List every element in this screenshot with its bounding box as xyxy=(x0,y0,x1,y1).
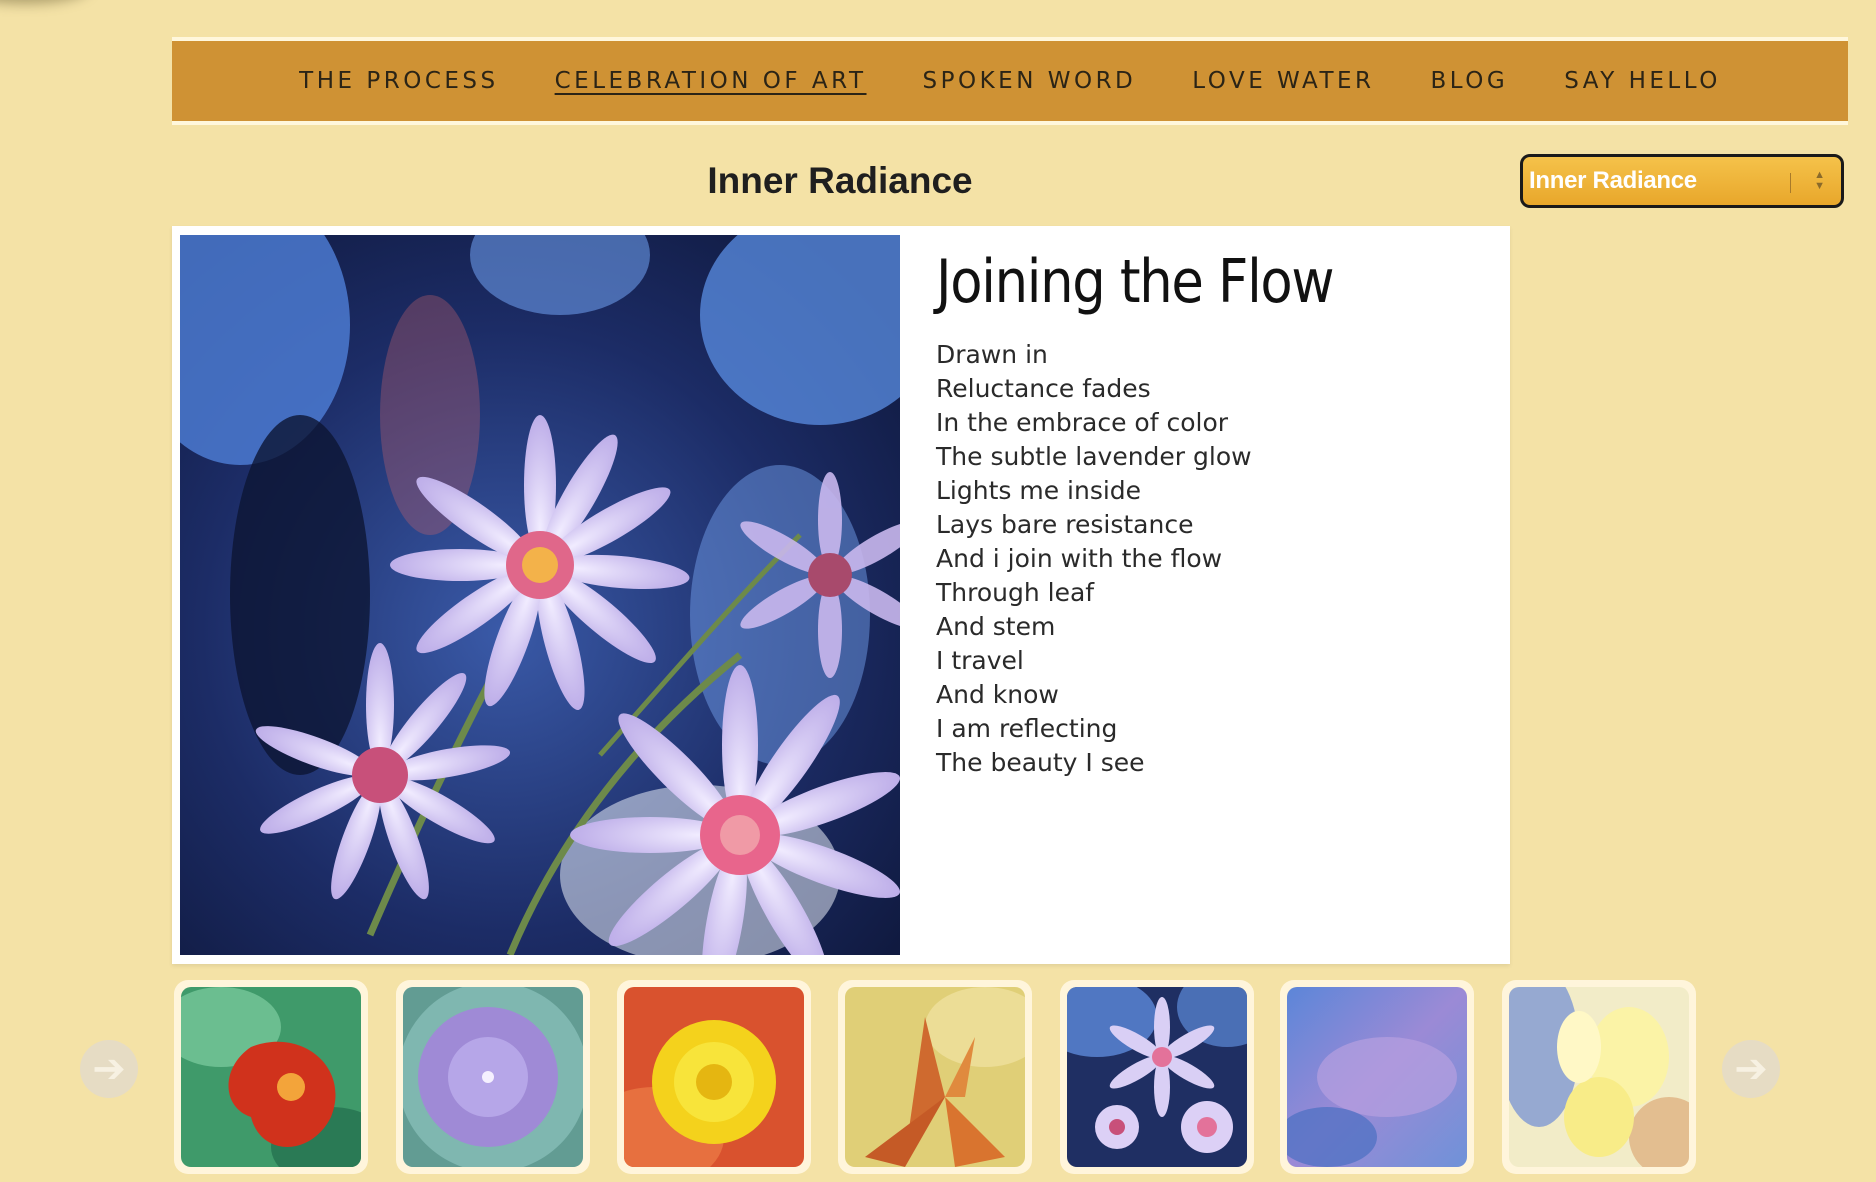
poem-line: I travel xyxy=(936,646,1024,675)
thumbnail-2[interactable] xyxy=(396,980,590,1174)
poem-line: Lays bare resistance xyxy=(936,510,1194,539)
poem: Joining the Flow Drawn in Reluctance fad… xyxy=(936,246,1496,780)
poem-line: Drawn in xyxy=(936,340,1048,369)
artwork-image[interactable] xyxy=(180,235,900,955)
nav-item-love-water[interactable]: LOVE WATER xyxy=(1192,68,1374,94)
gallery-select[interactable]: Inner Radiance ▲ ▼ xyxy=(1520,154,1844,208)
poem-line: In the embrace of color xyxy=(936,408,1229,437)
thumbnail-5[interactable] xyxy=(1060,980,1254,1174)
thumbnail-1[interactable] xyxy=(174,980,368,1174)
nav-item-celebration-of-art[interactable]: CELEBRATION OF ART xyxy=(555,68,867,94)
poem-line: And know xyxy=(936,680,1059,709)
poem-line: And stem xyxy=(936,612,1056,641)
poem-line: The subtle lavender glow xyxy=(936,442,1252,471)
poem-title: Joining the Flow xyxy=(936,247,1335,317)
poem-line: Reluctance fades xyxy=(936,374,1151,403)
poem-line: I am reflecting xyxy=(936,714,1118,743)
poem-line: Through leaf xyxy=(936,578,1095,607)
updown-arrows-icon: ▲ ▼ xyxy=(1814,169,1825,192)
gallery-title: Inner Radiance xyxy=(707,160,973,201)
arrow-right-icon[interactable]: ➔ xyxy=(1722,1040,1780,1098)
thumbnail-7[interactable] xyxy=(1502,980,1696,1174)
artwork-card: Joining the Flow Drawn in Reluctance fad… xyxy=(172,226,1510,964)
corner-shadow xyxy=(0,0,90,4)
select-divider xyxy=(1790,173,1791,193)
poem-line: Lights me inside xyxy=(936,476,1142,505)
poem-line: And i join with the flow xyxy=(936,544,1223,573)
thumbnail-6[interactable] xyxy=(1280,980,1474,1174)
thumbnail-4[interactable] xyxy=(838,980,1032,1174)
nav-item-say-hello[interactable]: SAY HELLO xyxy=(1564,68,1721,94)
poem-body: Drawn in Reluctance fades In the embrace… xyxy=(936,338,1496,780)
gallery-select-value: Inner Radiance xyxy=(1529,167,1697,194)
thumbnail-3[interactable] xyxy=(617,980,811,1174)
nav-item-the-process[interactable]: THE PROCESS xyxy=(299,68,498,94)
main-nav: THE PROCESS CELEBRATION OF ART SPOKEN WO… xyxy=(172,37,1848,125)
arrow-left-icon[interactable]: ➔ xyxy=(80,1040,138,1098)
nav-item-blog[interactable]: BLOG xyxy=(1431,68,1509,94)
poem-line: The beauty I see xyxy=(936,748,1145,777)
nav-item-spoken-word[interactable]: SPOKEN WORD xyxy=(923,68,1137,94)
